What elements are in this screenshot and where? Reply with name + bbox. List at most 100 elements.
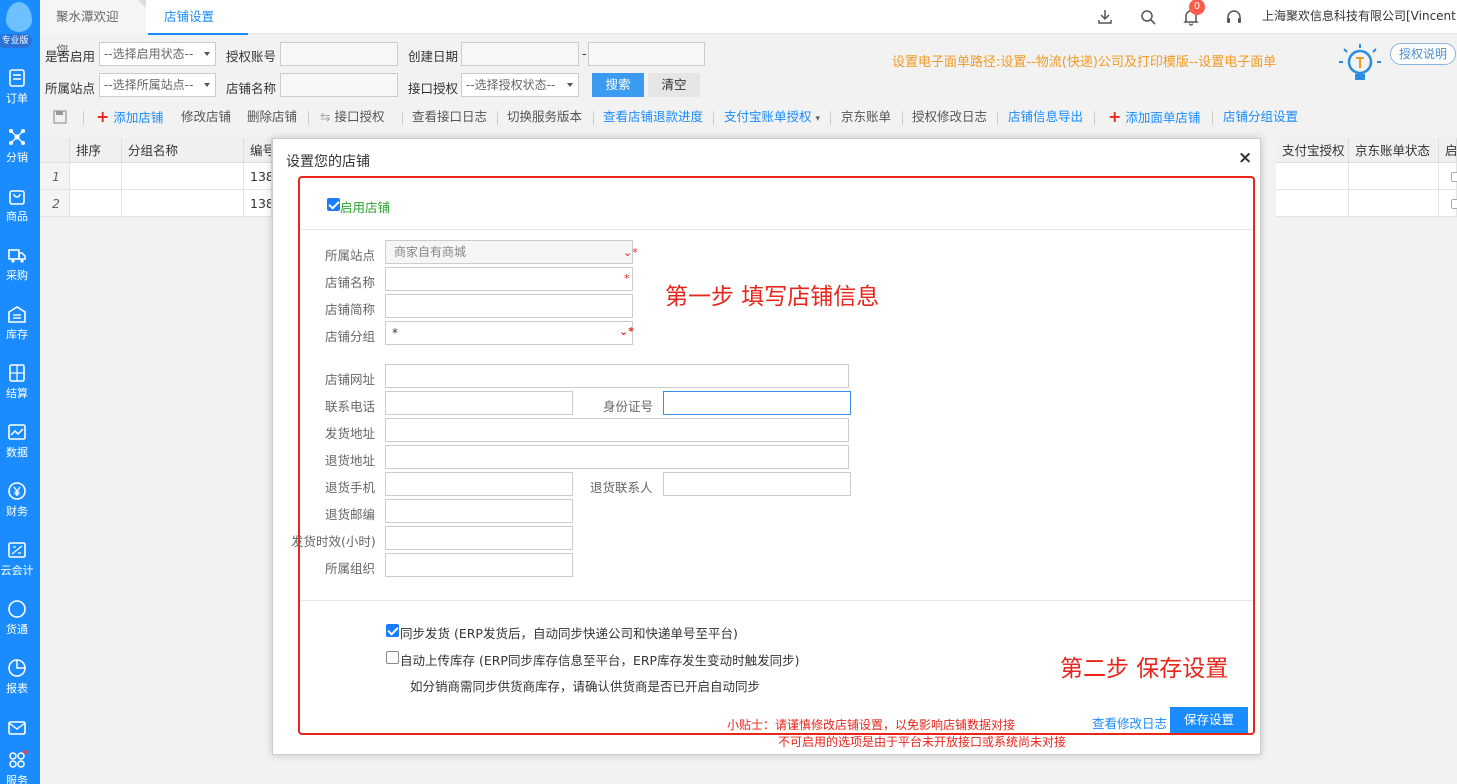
created-date-end[interactable] bbox=[588, 42, 705, 66]
network-icon bbox=[9, 129, 25, 145]
sidebar-item-products[interactable]: 商品 bbox=[0, 186, 40, 236]
table-cell bbox=[1276, 163, 1349, 190]
export-button[interactable]: 店铺信息导出 bbox=[1008, 104, 1083, 130]
table-cell bbox=[122, 190, 244, 217]
id-number-field[interactable] bbox=[663, 391, 851, 415]
tab-welcome[interactable]: 聚水潭欢迎您 bbox=[40, 0, 146, 58]
shop-name-label: 店铺名称 bbox=[226, 81, 277, 96]
auto-stock-checkbox[interactable] bbox=[386, 651, 399, 664]
table-cell bbox=[1276, 190, 1349, 217]
headset-icon[interactable] bbox=[1225, 8, 1243, 26]
sync-ship-checkbox[interactable] bbox=[386, 624, 399, 637]
lightbulb-icon bbox=[1339, 44, 1381, 80]
sidebar-item-finance[interactable]: 财务 bbox=[0, 481, 40, 531]
enabled-select[interactable]: --选择启用状态-- bbox=[99, 42, 216, 66]
alipay-auth-dropdown[interactable]: 支付宝账单授权 ▾ bbox=[724, 104, 820, 130]
sidebar-item-goods-link[interactable]: 货通 bbox=[0, 599, 40, 649]
group-settings-button[interactable]: 店铺分组设置 bbox=[1223, 104, 1298, 130]
org-field[interactable] bbox=[385, 553, 573, 577]
sidebar-item-orders[interactable]: 订单 bbox=[0, 68, 40, 118]
auth-account-input[interactable] bbox=[280, 42, 398, 66]
close-icon[interactable]: × bbox=[1238, 148, 1252, 168]
ship-address-label: 发货地址 bbox=[325, 426, 376, 441]
ledger-icon bbox=[8, 542, 26, 558]
site-label: 所属站点 bbox=[325, 248, 376, 263]
divider bbox=[308, 111, 309, 125]
return-contact-field[interactable] bbox=[663, 472, 851, 496]
sidebar-item-reports[interactable]: 报表 bbox=[0, 658, 40, 708]
divider bbox=[83, 111, 84, 125]
sidebar-item-label: 财务 bbox=[6, 505, 28, 518]
sidebar-item-label: 报表 bbox=[6, 682, 28, 695]
phone-field[interactable] bbox=[385, 391, 573, 415]
column-header-alipay[interactable]: 支付宝授权 bbox=[1276, 138, 1349, 163]
save-button[interactable]: 保存设置 bbox=[1170, 707, 1248, 733]
download-icon[interactable] bbox=[1096, 8, 1114, 26]
tab-shop-settings[interactable]: 店铺设置 bbox=[148, 0, 248, 35]
auth-log-button[interactable]: 授权修改日志 bbox=[912, 104, 987, 130]
return-phone-label: 退货手机 bbox=[325, 480, 376, 495]
sidebar-item-label: 商品 bbox=[6, 210, 28, 223]
calculator-icon bbox=[9, 364, 25, 382]
shop-url-field[interactable] bbox=[385, 364, 849, 388]
add-waybill-shop-button[interactable]: + 添加面单店铺 bbox=[1108, 104, 1200, 130]
shop-name-field[interactable] bbox=[385, 267, 633, 291]
return-zip-field[interactable] bbox=[385, 499, 573, 523]
shop-group-select[interactable]: * bbox=[385, 321, 633, 345]
delete-shop-button[interactable]: 删除店铺 bbox=[247, 104, 297, 130]
search-icon[interactable] bbox=[1139, 8, 1157, 26]
created-date-label: 创建日期 bbox=[408, 49, 459, 64]
sidebar-item-services[interactable]: 服务 bbox=[0, 750, 40, 784]
edit-shop-button[interactable]: 修改店铺 bbox=[181, 104, 231, 130]
ship-time-field[interactable] bbox=[385, 526, 573, 550]
column-header-sort[interactable]: 排序 bbox=[70, 138, 122, 163]
sidebar-item-distribution[interactable]: 分销 bbox=[0, 127, 40, 177]
row-checkbox[interactable] bbox=[1451, 199, 1457, 209]
api-auth-button[interactable]: ⇆ 接口授权 bbox=[320, 104, 384, 130]
auth-help-button[interactable]: 授权说明 bbox=[1390, 43, 1456, 65]
ship-address-field[interactable] bbox=[385, 418, 849, 442]
column-header-enabled[interactable]: 启 bbox=[1439, 138, 1457, 163]
table-cell bbox=[70, 163, 122, 190]
plus-icon: + bbox=[1108, 107, 1122, 126]
shop-short-field[interactable] bbox=[385, 294, 633, 318]
sidebar-item-accounting[interactable]: 云会计 bbox=[0, 540, 40, 590]
shop-short-label: 店铺简称 bbox=[325, 302, 376, 317]
grid-icon bbox=[9, 750, 27, 768]
jd-bill-button[interactable]: 京东账单 bbox=[841, 104, 891, 130]
view-log-link[interactable]: 查看修改日志 bbox=[1092, 713, 1167, 732]
tip-note: 不可启用的选项是由于平台未开放接口或系统尚未对接 bbox=[778, 735, 1067, 749]
api-auth-select[interactable]: --选择授权状态-- bbox=[461, 73, 579, 97]
sidebar-item-label: 数据 bbox=[6, 446, 28, 459]
enable-shop-checkbox[interactable] bbox=[327, 198, 340, 211]
table-cell bbox=[1349, 163, 1439, 190]
step-two-annotation: 第二步 保存设置 bbox=[1060, 656, 1229, 682]
column-header-jd-status[interactable]: 京东账单状态 bbox=[1349, 138, 1439, 163]
sidebar-item-settlement[interactable]: 结算 bbox=[0, 363, 40, 413]
row-checkbox[interactable] bbox=[1451, 172, 1457, 182]
save-disk-icon[interactable] bbox=[53, 110, 67, 124]
sidebar-item-purchase[interactable]: 采购 bbox=[0, 245, 40, 295]
date-separator: - bbox=[582, 46, 587, 61]
company-name[interactable]: 上海聚欢信息科技有限公司[Vincent bbox=[1262, 0, 1456, 32]
clear-button[interactable]: 清空 bbox=[648, 73, 700, 97]
created-date-start[interactable] bbox=[461, 42, 579, 66]
api-log-button[interactable]: 查看接口日志 bbox=[412, 104, 487, 130]
sidebar-item-data[interactable]: 数据 bbox=[0, 422, 40, 472]
column-header-code[interactable]: 编号 bbox=[244, 138, 272, 163]
chevron-down-icon: ⌄* bbox=[619, 325, 634, 338]
sidebar-item-inventory[interactable]: 库存 bbox=[0, 304, 40, 354]
shop-name-input[interactable] bbox=[280, 73, 398, 97]
return-address-field[interactable] bbox=[385, 445, 849, 469]
switch-version-button[interactable]: 切换服务版本 bbox=[507, 104, 582, 130]
divider bbox=[402, 111, 403, 125]
column-header-group[interactable]: 分组名称 bbox=[122, 138, 244, 163]
add-shop-button[interactable]: + 添加店铺 bbox=[96, 104, 163, 130]
tip-text: 小贴士：请谨慎修改店铺设置，以免影响店铺数据对接 bbox=[727, 718, 1016, 732]
refund-progress-button[interactable]: 查看店铺退款进度 bbox=[603, 104, 703, 130]
sidebar-item-label: 服务 bbox=[6, 774, 28, 784]
site-select[interactable]: --选择所属站点-- bbox=[99, 73, 216, 97]
return-phone-field[interactable] bbox=[385, 472, 573, 496]
search-button[interactable]: 搜索 bbox=[592, 73, 644, 97]
return-address-label: 退货地址 bbox=[325, 453, 376, 468]
